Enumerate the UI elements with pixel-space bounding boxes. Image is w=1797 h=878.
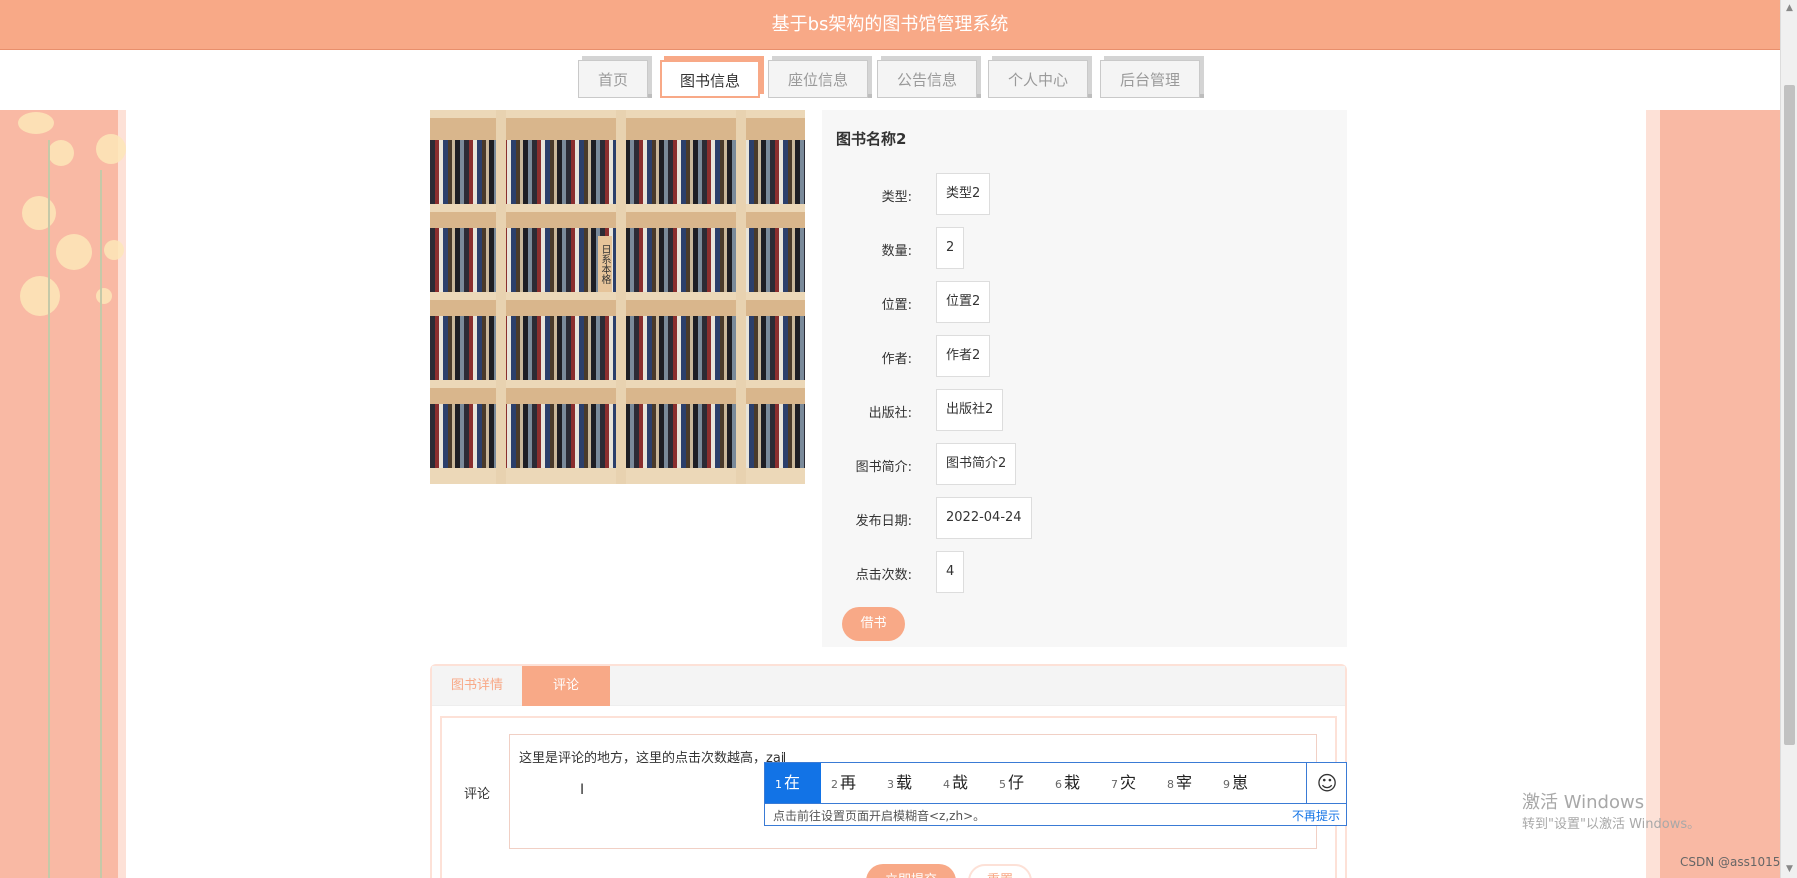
ibeam-cursor-icon: I — [580, 782, 585, 798]
ime-candidate-2[interactable]: 2再 — [821, 763, 877, 803]
book-cover-image: 日系本格 — [430, 110, 805, 484]
field-value-type: 类型2 — [936, 173, 991, 215]
main-nav: 首页 图书信息 座位信息 公告信息 个人中心 后台管理 — [0, 50, 1780, 110]
scroll-down-icon[interactable]: ▼ — [1781, 861, 1797, 878]
field-value-location: 位置2 — [936, 281, 991, 323]
ime-candidate-1[interactable]: 1在 — [765, 763, 821, 803]
tab-comments[interactable]: 评论 — [522, 666, 610, 706]
windows-activate-title: 激活 Windows — [1522, 792, 1645, 813]
borrow-button[interactable]: 借书 — [842, 607, 905, 641]
field-value-publisher: 出版社2 — [936, 389, 1004, 431]
comment-text: 这里是评论的地方，这里的点击次数越高， — [519, 751, 767, 766]
tab-admin[interactable]: 后台管理 — [1100, 60, 1200, 98]
field-label-publisher: 出版社: — [868, 406, 912, 421]
field-value-click-count: 4 — [936, 551, 965, 593]
ime-dismiss-link[interactable]: 不再提示 — [1292, 807, 1340, 824]
scroll-thumb[interactable] — [1784, 85, 1795, 745]
book-title: 图书名称2 — [836, 130, 907, 148]
app-header: 基于bs架构的图书馆管理系统 — [0, 0, 1780, 50]
ime-candidate-9[interactable]: 9崽 — [1213, 763, 1269, 803]
app-title: 基于bs架构的图书馆管理系统 — [771, 14, 1009, 35]
tab-personal-center[interactable]: 个人中心 — [988, 60, 1088, 98]
reset-button[interactable]: 重置 — [968, 864, 1032, 878]
ime-candidate-8[interactable]: 8宰 — [1157, 763, 1213, 803]
tab-book-info[interactable]: 图书信息 — [660, 60, 760, 98]
tab-seat-info[interactable]: 座位信息 — [768, 60, 868, 98]
ime-candidate-5[interactable]: 5仔 — [989, 763, 1045, 803]
field-label-quantity: 数量: — [881, 244, 912, 259]
shelf-sign: 日系本格 — [598, 236, 612, 292]
csdn-watermark: CSDN @ass1015 — [1680, 855, 1781, 869]
submit-button[interactable]: 立即提交 — [866, 864, 956, 878]
scroll-up-icon[interactable]: ▲ — [1781, 0, 1797, 17]
field-label-click-count: 点击次数: — [855, 568, 912, 583]
field-value-publish-date: 2022-04-24 — [936, 497, 1032, 539]
page-scrollbar[interactable]: ▲ ▼ — [1780, 0, 1797, 878]
detail-tabs-bar: 图书详情 评论 — [432, 666, 1345, 706]
book-info-panel: 图书名称2 类型: 类型2 数量: 2 位置: 位置2 作者: 作者2 出版社:… — [822, 110, 1347, 647]
field-value-author: 作者2 — [936, 335, 991, 377]
comment-label: 评论 — [464, 787, 491, 802]
field-label-summary: 图书简介: — [855, 460, 912, 475]
field-label-publish-date: 发布日期: — [855, 514, 912, 529]
ime-candidate-row: 1在 2再 3载 4哉 5仔 6栽 7灾 8宰 9崽 — [765, 763, 1310, 803]
tab-announcements[interactable]: 公告信息 — [877, 60, 977, 98]
ime-candidate-6[interactable]: 6栽 — [1045, 763, 1101, 803]
windows-activate-subtitle: 转到"设置"以激活 Windows。 — [1522, 817, 1701, 832]
ime-candidate-box: 1在 2再 3载 4哉 5仔 6栽 7灾 8宰 9崽 ☺ 点击前往设置页面开启模… — [764, 762, 1347, 826]
smiley-icon[interactable]: ☺ — [1306, 763, 1347, 803]
field-value-summary: 图书简介2 — [936, 443, 1017, 485]
tab-book-details[interactable]: 图书详情 — [432, 666, 522, 706]
left-decoration — [0, 110, 126, 878]
ime-hint-text[interactable]: 点击前往设置页面开启模糊音<z,zh>。 — [773, 807, 985, 824]
ime-hint-row: 点击前往设置页面开启模糊音<z,zh>。 不再提示 — [765, 803, 1346, 826]
field-value-quantity: 2 — [936, 227, 965, 269]
ime-candidate-3[interactable]: 3载 — [877, 763, 933, 803]
ime-candidate-4[interactable]: 4哉 — [933, 763, 989, 803]
field-label-author: 作者: — [881, 352, 912, 367]
right-decoration — [1646, 110, 1780, 878]
ime-candidate-7[interactable]: 7灾 — [1101, 763, 1157, 803]
field-label-location: 位置: — [881, 298, 912, 313]
tab-home[interactable]: 首页 — [578, 60, 648, 98]
field-label-type: 类型: — [881, 190, 912, 205]
